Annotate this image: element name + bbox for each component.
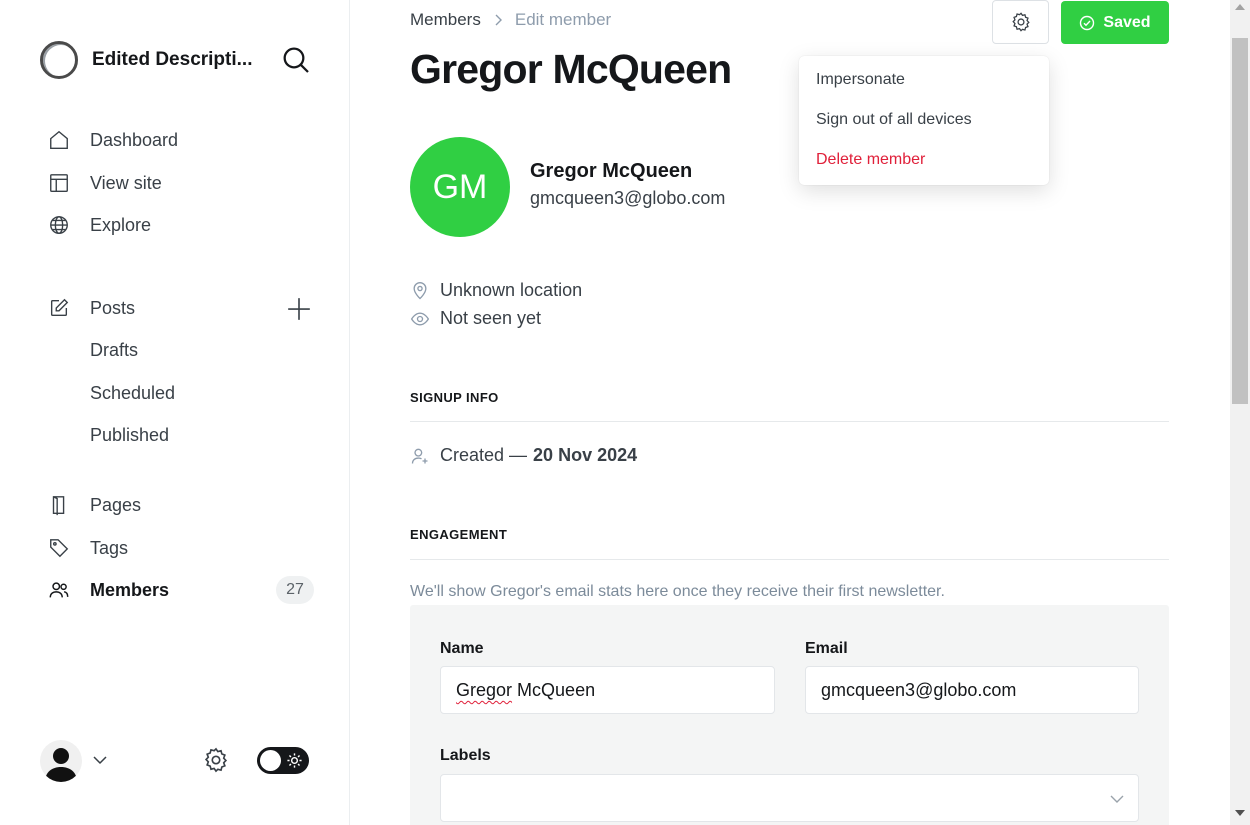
sidebar-item-members[interactable]: Members 27 [46, 575, 314, 605]
home-icon [46, 127, 72, 153]
scroll-up-arrow-icon[interactable] [1235, 4, 1245, 10]
breadcrumb: Members Edit member [410, 10, 611, 30]
layout-icon [46, 170, 72, 196]
engagement-note: We'll show Gregor's email stats here onc… [410, 583, 945, 600]
sidebar-item-posts[interactable]: Posts [46, 293, 314, 323]
saved-button-label: Saved [1103, 13, 1151, 31]
tag-icon [46, 535, 72, 561]
sidebar-item-drafts[interactable]: Drafts [90, 335, 138, 365]
signup-info-heading: SIGNUP INFO [410, 390, 499, 405]
location-row: Unknown location [410, 280, 582, 301]
breadcrumb-current: Edit member [514, 10, 612, 29]
sidebar: Edited Descripti... Dashboard View site … [0, 0, 350, 825]
theme-toggle[interactable] [257, 747, 309, 774]
location-text: Unknown location [440, 280, 583, 300]
member-email: gmcqueen3@globo.com [530, 188, 726, 208]
divider [410, 421, 1169, 422]
name-field[interactable]: Gregor McQueen [440, 666, 775, 714]
member-form: Name Gregor McQueen Email gmcqueen3@glob… [410, 605, 1169, 825]
page-title: Gregor McQueen [410, 46, 732, 92]
member-actions-menu: Impersonate Sign out of all devices Dele… [799, 56, 1049, 185]
toggle-knob [260, 750, 281, 771]
eye-icon [410, 311, 430, 326]
sidebar-item-label: Dashboard [90, 129, 179, 150]
divider [410, 559, 1169, 560]
user-avatar[interactable] [40, 740, 82, 782]
sidebar-item-label: Tags [90, 537, 129, 558]
site-logo [40, 41, 78, 79]
globe-icon [46, 212, 72, 238]
site-name: Edited Descripti... [92, 49, 253, 70]
user-plus-icon [411, 448, 428, 464]
last-seen-row: Not seen yet [410, 308, 541, 329]
created-date: 20 Nov 2024 [533, 445, 638, 465]
labels-select[interactable] [440, 774, 1139, 822]
app-window: Edited Descripti... Dashboard View site … [0, 0, 1250, 825]
member-actions-button[interactable] [992, 0, 1049, 44]
chevron-right-icon [495, 14, 502, 26]
sidebar-item-pages[interactable]: Pages [46, 490, 314, 520]
site-brand[interactable]: Edited Descripti... [40, 40, 252, 80]
breadcrumb-members-link[interactable]: Members [410, 10, 481, 30]
members-count-badge: 27 [276, 576, 314, 604]
scrollbar-thumb[interactable] [1232, 38, 1248, 404]
menu-item-sign-out-all[interactable]: Sign out of all devices [799, 100, 1049, 140]
scroll-down-arrow-icon[interactable] [1235, 810, 1245, 816]
gear-icon [1011, 12, 1030, 32]
name-first: Gregor [456, 680, 513, 700]
labels-field-label: Labels [440, 747, 491, 764]
name-field-label: Name [440, 640, 484, 657]
chevron-down-icon [1110, 795, 1124, 803]
created-row: Created — 20 Nov 2024 [410, 445, 637, 466]
menu-item-delete-member[interactable]: Delete member [799, 140, 1049, 180]
member-name: Gregor McQueen [530, 160, 693, 182]
sidebar-item-label: Pages [90, 494, 142, 515]
menu-item-impersonate[interactable]: Impersonate [799, 60, 1049, 100]
sidebar-item-dashboard[interactable]: Dashboard [46, 125, 314, 155]
location-pin-icon [413, 281, 427, 299]
last-seen-text: Not seen yet [440, 308, 542, 328]
email-field-label: Email [805, 640, 848, 657]
settings-gear-icon[interactable] [202, 746, 230, 774]
sidebar-item-label: Explore [90, 214, 152, 235]
saved-button[interactable]: Saved [1061, 1, 1169, 44]
sidebar-item-published[interactable]: Published [90, 420, 169, 450]
sidebar-item-label: View site [90, 172, 162, 193]
sidebar-item-view-site[interactable]: View site [46, 168, 314, 198]
engagement-heading: ENGAGEMENT [410, 527, 508, 542]
page-icon [46, 492, 72, 518]
member-avatar: GM [410, 137, 510, 237]
main-content: Members Edit member Gregor McQueen Saved… [350, 0, 1230, 825]
check-circle-icon [1080, 15, 1095, 30]
sidebar-item-explore[interactable]: Explore [46, 210, 314, 240]
search-icon[interactable] [280, 44, 312, 76]
sidebar-item-tags[interactable]: Tags [46, 533, 314, 563]
email-field[interactable]: gmcqueen3@globo.com [805, 666, 1139, 714]
edit-icon [46, 295, 72, 321]
sidebar-item-scheduled[interactable]: Scheduled [90, 378, 175, 408]
chevron-down-icon[interactable] [92, 752, 108, 768]
sun-icon [287, 753, 302, 768]
created-label: Created — [440, 445, 528, 465]
users-icon [46, 577, 72, 603]
new-post-plus-icon[interactable] [286, 296, 312, 322]
scrollbar[interactable] [1230, 0, 1250, 825]
sidebar-item-label: Posts [90, 297, 136, 318]
name-last: McQueen [517, 680, 596, 700]
sidebar-item-label: Members [90, 579, 170, 600]
